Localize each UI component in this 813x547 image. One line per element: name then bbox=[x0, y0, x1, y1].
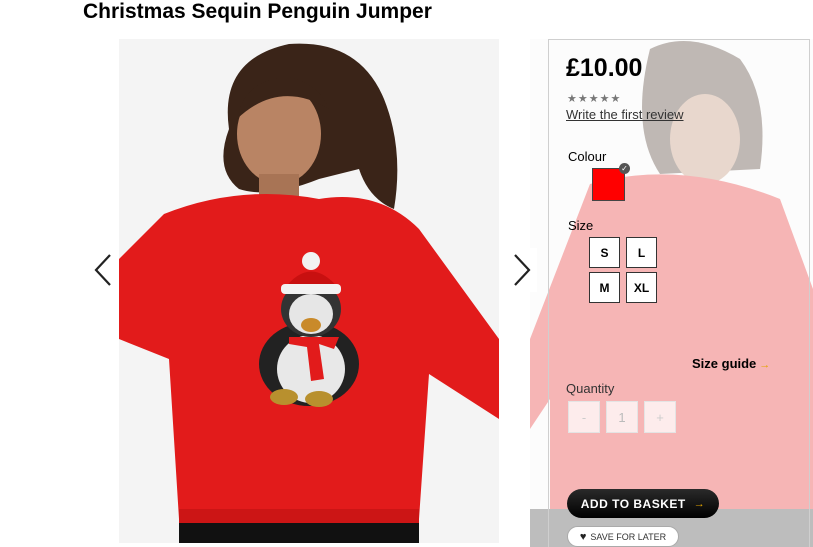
write-review-link[interactable]: Write the first review bbox=[566, 107, 684, 122]
add-to-basket-label: ADD TO BASKET bbox=[580, 496, 686, 511]
arrow-right-icon: → bbox=[759, 359, 771, 371]
next-image-arrow[interactable] bbox=[507, 248, 537, 292]
size-option-l[interactable]: L bbox=[626, 237, 657, 268]
chevron-left-icon bbox=[94, 254, 111, 286]
rating-stars: ★★★★★ bbox=[567, 93, 622, 105]
size-option-xl[interactable]: XL bbox=[626, 272, 657, 303]
product-price: £10.00 bbox=[566, 54, 643, 82]
heart-icon: ♥ bbox=[579, 530, 587, 543]
arrow-right-icon: → bbox=[693, 497, 706, 510]
quantity-decrease-button[interactable]: - bbox=[568, 401, 600, 433]
save-for-later-button[interactable]: ♥ SAVE FOR LATER bbox=[567, 526, 679, 547]
add-to-basket-button[interactable]: ADD TO BASKET → bbox=[567, 489, 719, 518]
colour-label: Colour bbox=[568, 149, 607, 164]
quantity-increase-button[interactable]: + bbox=[644, 401, 676, 433]
size-guide-link[interactable]: Size guide → bbox=[692, 356, 770, 371]
chevron-right-icon bbox=[514, 254, 531, 286]
size-option-m[interactable]: M bbox=[589, 272, 620, 303]
size-guide-label: Size guide bbox=[692, 356, 757, 371]
product-main-image bbox=[119, 39, 499, 543]
model-jumper-illustration bbox=[119, 39, 499, 543]
size-label: Size bbox=[568, 218, 594, 233]
previous-image-arrow[interactable] bbox=[88, 248, 118, 292]
colour-swatch-red[interactable] bbox=[592, 168, 625, 201]
quantity-label: Quantity bbox=[566, 381, 615, 396]
save-for-later-label: SAVE FOR LATER bbox=[590, 531, 667, 542]
size-option-s[interactable]: S bbox=[589, 237, 620, 268]
check-icon: ✓ bbox=[619, 163, 630, 174]
page-title: Christmas Sequin Penguin Jumper bbox=[83, 0, 432, 23]
quantity-input[interactable]: 1 bbox=[606, 401, 638, 433]
